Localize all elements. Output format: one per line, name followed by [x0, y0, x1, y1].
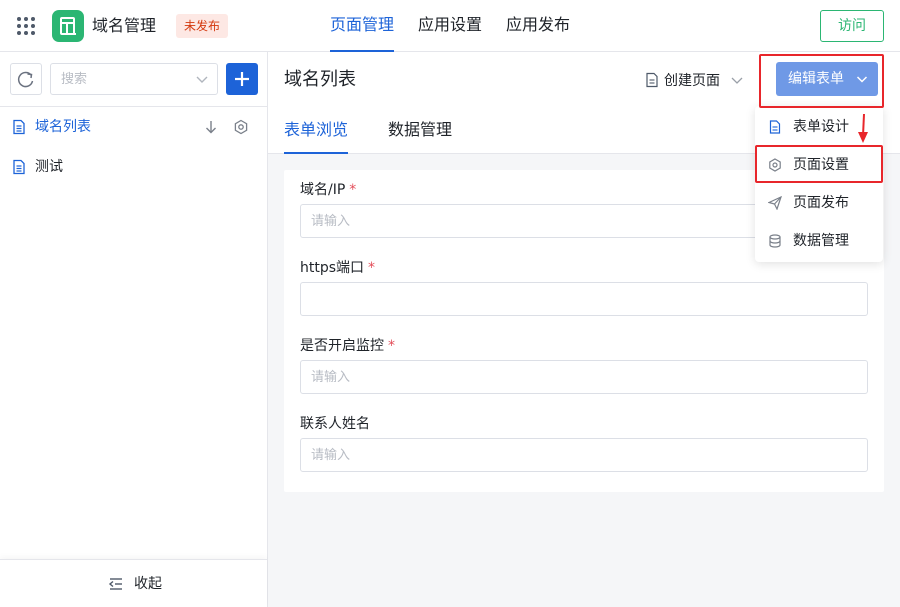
sidebar-item-domain-list[interactable]: 域名列表	[0, 107, 267, 147]
field-label-monitoring: 是否开启监控 *	[300, 338, 395, 354]
menu-item-label: 数据管理	[793, 233, 849, 249]
annotation-arrow-icon	[858, 113, 868, 143]
table-doc-icon	[60, 17, 76, 35]
menu-item-data-management[interactable]: 数据管理	[755, 222, 883, 260]
menu-item-label: 页面发布	[793, 195, 849, 211]
collapse-icon	[108, 578, 122, 590]
top-bar: 域名管理 未发布 页面管理 应用设置 应用发布 访问	[0, 0, 900, 52]
tab-page-management[interactable]: 页面管理	[330, 0, 395, 52]
create-page-button[interactable]: 创建页面	[644, 68, 744, 92]
tab-app-settings[interactable]: 应用设置	[418, 0, 482, 52]
sidebar: 域名列表 测试 收起	[0, 52, 268, 607]
collapse-button[interactable]: 收起	[0, 559, 267, 607]
gear-icon[interactable]	[233, 119, 249, 135]
add-page-button[interactable]	[226, 63, 258, 95]
field-label-contact-name: 联系人姓名	[300, 416, 370, 432]
tab-data-management[interactable]: 数据管理	[388, 107, 452, 154]
app-grid-icon[interactable]	[17, 17, 35, 35]
field-label-domain: 域名/IP *	[300, 182, 357, 198]
tab-form-browse[interactable]: 表单浏览	[284, 107, 349, 154]
search-input[interactable]	[51, 64, 191, 94]
monitoring-input[interactable]	[300, 360, 868, 394]
menu-item-page-publish[interactable]: 页面发布	[755, 184, 883, 222]
menu-item-label: 页面设置	[793, 157, 849, 173]
document-icon	[13, 159, 25, 175]
document-icon	[769, 120, 781, 134]
https-port-input[interactable]	[300, 282, 868, 316]
tab-app-publish[interactable]: 应用发布	[506, 0, 570, 52]
edit-form-label: 编辑表单	[788, 71, 844, 87]
arrow-down-icon[interactable]	[203, 119, 219, 135]
gear-icon	[769, 158, 781, 172]
chevron-down-icon	[856, 76, 868, 83]
top-nav: 页面管理 应用设置 应用发布	[330, 0, 570, 52]
required-mark: *	[349, 182, 357, 198]
sidebar-item-label: 域名列表	[35, 119, 91, 135]
menu-item-page-settings[interactable]: 页面设置	[755, 146, 883, 184]
search-box	[50, 63, 218, 95]
app-name: 域名管理	[92, 16, 157, 35]
collapse-label: 收起	[134, 576, 162, 592]
refresh-icon	[17, 71, 34, 88]
create-page-label: 创建页面	[664, 73, 720, 89]
status-badge: 未发布	[176, 14, 229, 38]
sidebar-item-label: 测试	[35, 159, 63, 175]
chevron-down-icon	[731, 77, 743, 84]
plus-icon	[235, 72, 249, 86]
edit-form-button[interactable]: 编辑表单	[776, 62, 878, 96]
send-icon	[768, 196, 782, 210]
document-icon	[13, 119, 25, 135]
contact-name-input[interactable]	[300, 438, 868, 472]
field-label-https-port: https端口 *	[300, 260, 376, 276]
refresh-button[interactable]	[10, 63, 42, 95]
menu-item-label: 表单设计	[793, 119, 849, 135]
database-icon	[769, 234, 781, 248]
required-mark: *	[368, 260, 376, 276]
chevron-down-icon[interactable]	[195, 72, 209, 86]
page-title: 域名列表	[284, 69, 356, 90]
app-logo	[52, 10, 84, 42]
sidebar-item-test[interactable]: 测试	[0, 147, 267, 187]
required-mark: *	[388, 338, 395, 354]
new-page-icon	[646, 72, 658, 88]
visit-button[interactable]: 访问	[820, 10, 884, 42]
